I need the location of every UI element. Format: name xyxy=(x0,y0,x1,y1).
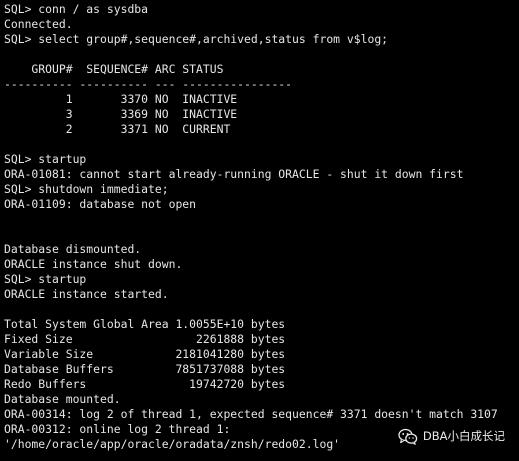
terminal-line: Database dismounted. xyxy=(4,242,142,256)
sga-line: Database Buffers 7851737088 bytes xyxy=(4,362,286,376)
table-row: 2 3371 NO CURRENT xyxy=(4,122,231,136)
error-line: ORA-01109: database not open xyxy=(4,197,197,211)
table-row: 1 3370 NO INACTIVE xyxy=(4,92,238,106)
terminal-line: SQL> conn / as sysdba xyxy=(4,2,149,16)
terminal-line: ORACLE instance started. xyxy=(4,287,169,301)
error-line: ORA-01081: cannot start already-running … xyxy=(4,167,464,181)
sga-line: Fixed Size 2261888 bytes xyxy=(4,332,286,346)
watermark: DBA小白成长记 xyxy=(398,428,505,445)
table-separator: ---------- ---------- --- --------------… xyxy=(4,77,293,91)
watermark-text: DBA小白成长记 xyxy=(422,429,505,443)
terminal-line: SQL> startup xyxy=(4,152,87,166)
terminal-window[interactable]: SQL> conn / as sysdba Connected. SQL> se… xyxy=(0,0,519,461)
sga-line: Redo Buffers 19742720 bytes xyxy=(4,377,286,391)
sga-line: Total System Global Area 1.0055E+10 byte… xyxy=(4,317,286,331)
table-header: GROUP# SEQUENCE# ARC STATUS xyxy=(4,62,224,76)
terminal-line: SQL> shutdown immediate; xyxy=(4,182,169,196)
terminal-line: SQL> startup xyxy=(4,272,87,286)
terminal-line: Connected. xyxy=(4,17,73,31)
sga-line: Variable Size 2181041280 bytes xyxy=(4,347,286,361)
table-row: 3 3369 NO INACTIVE xyxy=(4,107,238,121)
wechat-icon xyxy=(398,428,418,445)
error-line: ORA-00314: log 2 of thread 1, expected s… xyxy=(4,407,498,421)
terminal-line: Database mounted. xyxy=(4,392,121,406)
terminal-line: ORACLE instance shut down. xyxy=(4,257,183,271)
terminal-line: SQL> select group#,sequence#,archived,st… xyxy=(4,32,389,46)
